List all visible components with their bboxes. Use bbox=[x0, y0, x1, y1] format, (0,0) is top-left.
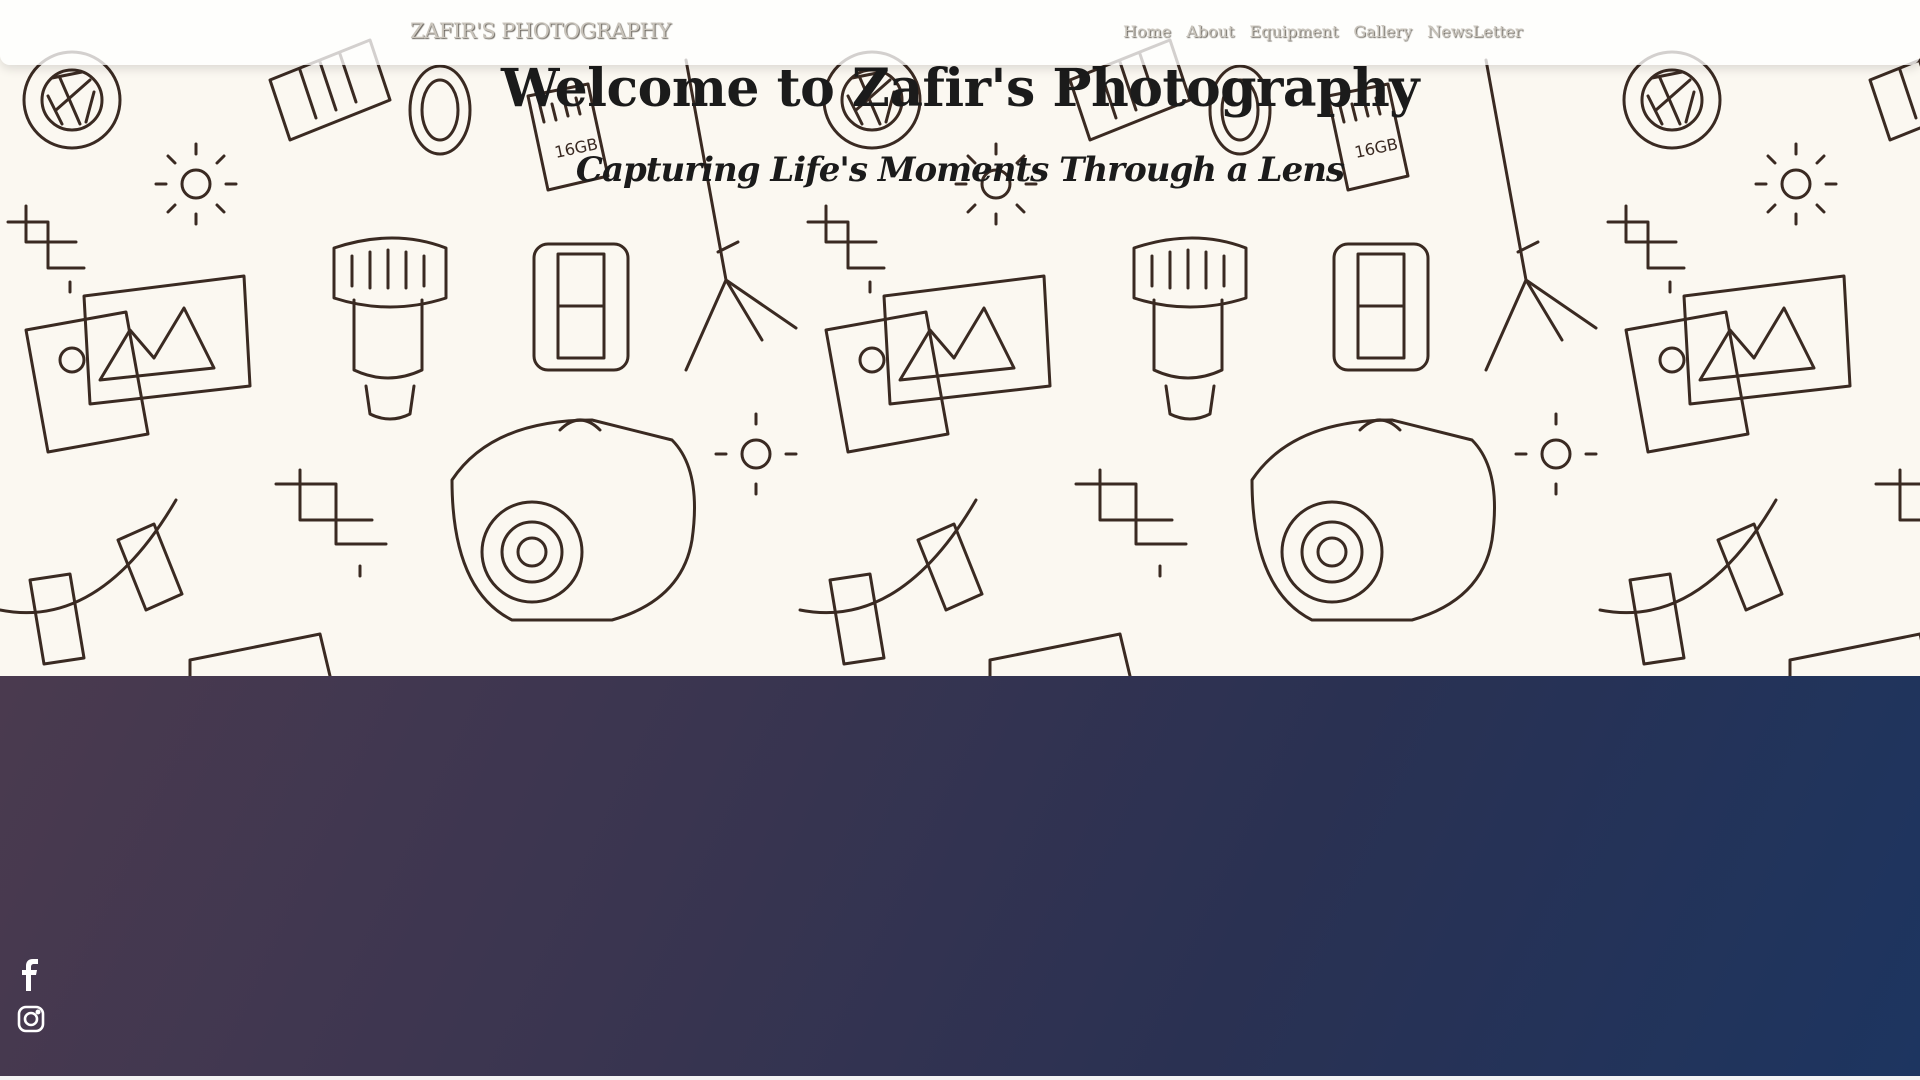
nav-link-newsletter[interactable]: NewsLetter bbox=[1427, 22, 1522, 41]
nav-link-about[interactable]: About bbox=[1186, 22, 1234, 41]
hero-subtitle: Capturing Life's Moments Through a Lens bbox=[575, 150, 1345, 190]
instagram-icon[interactable] bbox=[14, 1002, 48, 1036]
hero-title: Welcome to Zafir's Photography bbox=[501, 58, 1419, 119]
top-navbar: ZAFIR'S PHOTOGRAPHY Home About Equipment… bbox=[0, 0, 1920, 65]
nav-link-home[interactable]: Home bbox=[1123, 22, 1171, 41]
nav-link-gallery[interactable]: Gallery bbox=[1353, 22, 1412, 41]
facebook-icon[interactable] bbox=[14, 958, 48, 992]
social-links bbox=[14, 958, 48, 1036]
gradient-section bbox=[0, 676, 1920, 1080]
brand-logo-link[interactable]: ZAFIR'S PHOTOGRAPHY bbox=[410, 19, 671, 43]
nav-links: Home About Equipment Gallery NewsLetter bbox=[1123, 22, 1523, 41]
hero-section: 16GB16GB16GB ZAFIR'S PHOTOGRAPHY Home Ab… bbox=[0, 0, 1920, 676]
nav-link-equipment[interactable]: Equipment bbox=[1249, 22, 1338, 41]
